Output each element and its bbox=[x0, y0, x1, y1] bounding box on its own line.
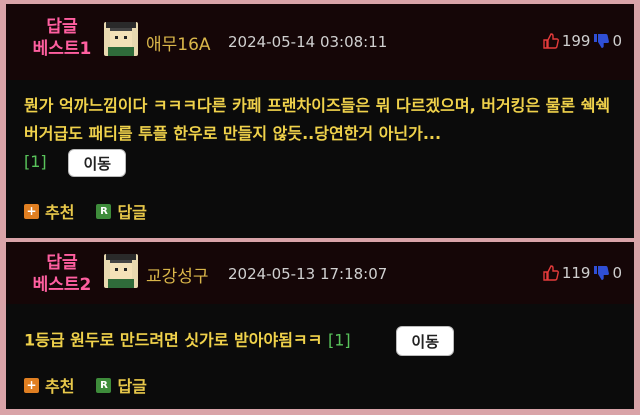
recommend-label: 추천 bbox=[45, 203, 75, 222]
thumbs-up-icon[interactable] bbox=[543, 265, 559, 281]
move-button[interactable]: 이동 bbox=[68, 148, 127, 177]
timestamp: 2024-05-14 03:08:11 bbox=[228, 33, 388, 51]
comment-header: 답글 베스트2 교강성구 2024-05-13 17:18:07 119 0 bbox=[6, 242, 634, 304]
timestamp: 2024-05-13 17:18:07 bbox=[228, 265, 388, 283]
best-badge: 답글 베스트1 bbox=[20, 16, 104, 60]
vote-counts: 119 0 bbox=[543, 262, 622, 284]
best-badge-line1: 답글 bbox=[46, 17, 78, 37]
comment-body: 뭔가 억까느낌이다 ㅋㅋㅋ다른 카페 프랜차이즈들은 뭐 다르겠으며, 버거킹은… bbox=[24, 92, 620, 177]
move-button[interactable]: 이동 bbox=[396, 326, 455, 356]
comment-actions: + 추천 R 답글 bbox=[24, 200, 163, 222]
upvote-count: 119 bbox=[561, 264, 591, 282]
nickname[interactable]: 애무16A bbox=[146, 30, 211, 55]
reply-label: 답글 bbox=[117, 377, 147, 396]
thumbs-down-icon[interactable] bbox=[593, 265, 610, 281]
reply-count[interactable]: [1] bbox=[328, 331, 351, 350]
avatar[interactable] bbox=[104, 22, 138, 56]
comment-text: 1등급 원두로 만드려면 싯가로 받아야됨ㅋㅋ bbox=[24, 330, 323, 350]
thumbs-down-icon[interactable] bbox=[593, 33, 610, 49]
reply-button[interactable]: R 답글 bbox=[96, 373, 147, 397]
reply-r-icon: R bbox=[96, 203, 112, 219]
best-badge-line1: 답글 bbox=[46, 253, 78, 273]
comment-actions: + 추천 R 답글 bbox=[24, 374, 163, 396]
best-badge-line2: 베스트2 bbox=[32, 275, 92, 295]
reply-button[interactable]: R 답글 bbox=[96, 199, 147, 223]
downvote-count: 0 bbox=[612, 32, 622, 50]
best-badge-line2: 베스트1 bbox=[32, 39, 92, 59]
reply-label: 답글 bbox=[117, 203, 147, 222]
upvote-count: 199 bbox=[561, 32, 591, 50]
recommend-button[interactable]: + 추천 bbox=[24, 373, 74, 397]
comment-header: 답글 베스트1 애무16A 2024-05-14 03:08:11 199 0 bbox=[6, 4, 634, 80]
thumbs-up-icon[interactable] bbox=[543, 33, 559, 49]
comment-list: 답글 베스트1 애무16A 2024-05-14 03:08:11 199 0 bbox=[6, 4, 634, 409]
reply-count[interactable]: [1] bbox=[24, 152, 47, 171]
vote-counts: 199 0 bbox=[543, 30, 622, 52]
avatar[interactable] bbox=[104, 254, 138, 288]
best-badge: 답글 베스트2 bbox=[20, 252, 104, 296]
plus-icon: + bbox=[24, 203, 39, 219]
recommend-label: 추천 bbox=[45, 377, 75, 396]
comment-text: 뭔가 억까느낌이다 ㅋㅋㅋ다른 카페 프랜차이즈들은 뭐 다르겠으며, 버거킹은… bbox=[24, 96, 611, 143]
best-reply-2: 답글 베스트2 교강성구 2024-05-13 17:18:07 119 0 1… bbox=[6, 242, 634, 409]
best-reply-1: 답글 베스트1 애무16A 2024-05-14 03:08:11 199 0 bbox=[6, 4, 634, 238]
plus-icon: + bbox=[24, 377, 39, 393]
recommend-button[interactable]: + 추천 bbox=[24, 199, 74, 223]
downvote-count: 0 bbox=[612, 264, 622, 282]
nickname[interactable]: 교강성구 bbox=[146, 262, 209, 287]
reply-r-icon: R bbox=[96, 377, 112, 393]
comment-body: 1등급 원두로 만드려면 싯가로 받아야됨ㅋㅋ [1] 이동 bbox=[24, 326, 620, 356]
